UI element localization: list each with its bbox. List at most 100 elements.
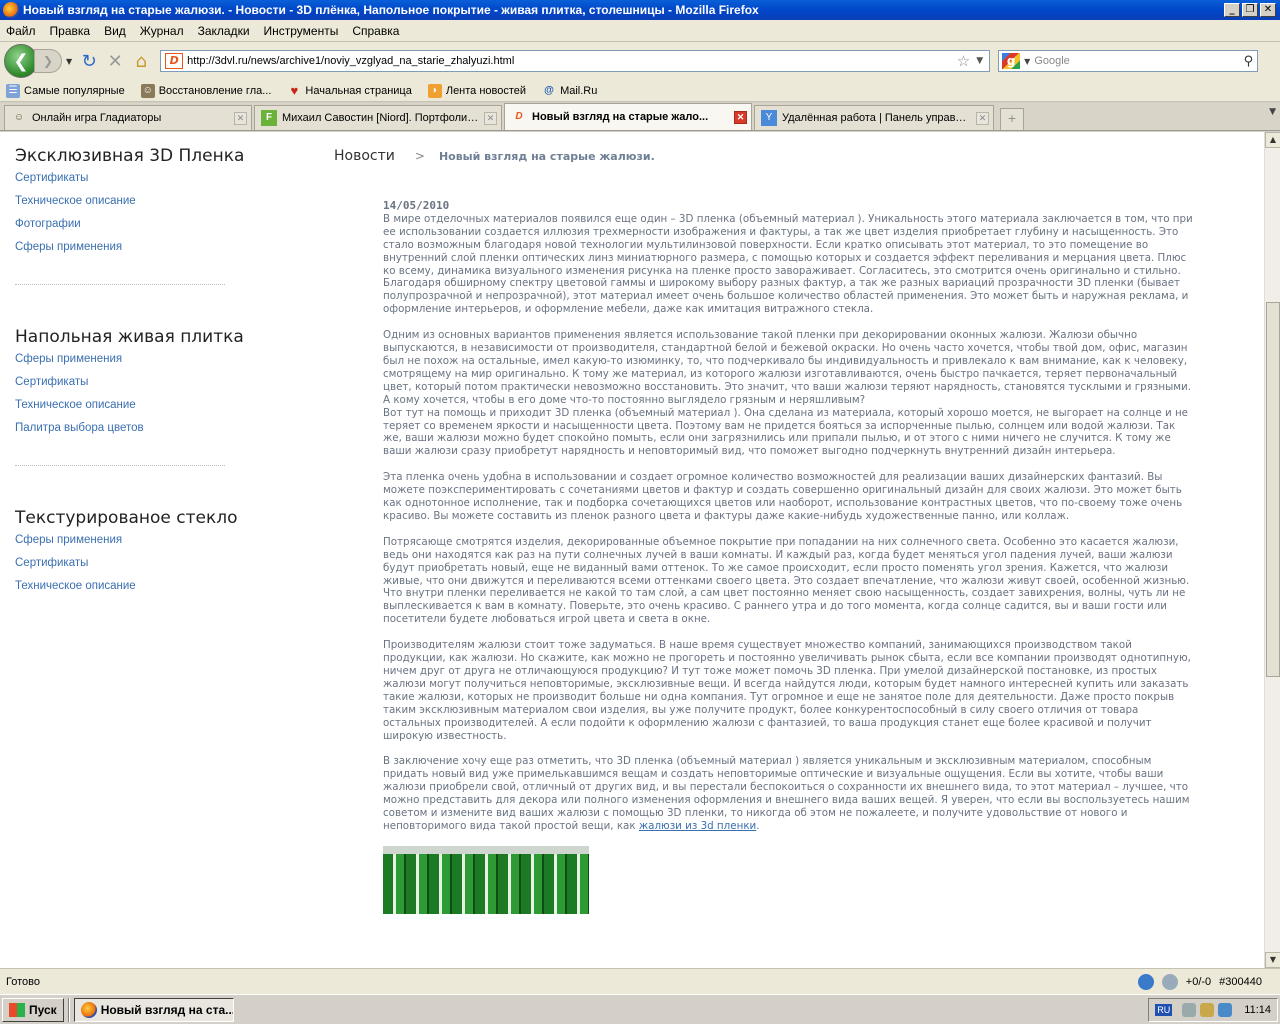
sidebar-link-certificates[interactable]: Сертификаты <box>15 172 255 184</box>
volume-icon[interactable] <box>1200 1002 1215 1017</box>
breadcrumb-separator: > <box>414 149 425 163</box>
taskbar-divider <box>67 997 70 1022</box>
close-button[interactable]: ✕ <box>1260 3 1276 17</box>
sidebar-heading-3d-film: Эксклюзивная 3D Пленка <box>15 146 245 166</box>
system-tray: RU 11:14 <box>1148 997 1278 1022</box>
url-text[interactable]: http://3dvl.ru/news/archive1/noviy_vzgly… <box>187 55 957 67</box>
tab-close-icon[interactable]: ✕ <box>976 111 989 125</box>
search-bar[interactable]: g ▼ Google ⚲ <box>998 50 1259 72</box>
history-dropdown-icon[interactable]: ▼ <box>66 57 72 66</box>
url-dropdown-icon[interactable]: ▼ <box>976 56 983 66</box>
vertical-scrollbar[interactable]: ▲ ▼ <box>1264 132 1280 968</box>
sidebar-link-tech-description[interactable]: Техническое описание <box>15 580 255 592</box>
article-paragraph: Производителям жалюзи стоит тоже задумат… <box>383 639 1191 742</box>
network-icon[interactable] <box>1182 1002 1197 1017</box>
page-content: Эксклюзивная 3D Пленка Сертификаты Техни… <box>0 132 1264 968</box>
back-arrow-icon: ❮ <box>13 50 29 72</box>
sidebar-link-tech-description[interactable]: Техническое описание <box>15 195 255 207</box>
tab-list-dropdown-icon[interactable]: ▼ <box>1269 107 1276 117</box>
maximize-button[interactable]: ❐ <box>1242 3 1258 17</box>
scroll-up-icon[interactable]: ▲ <box>1265 132 1280 148</box>
tab-current-article[interactable]: D Новый взгляд на старые жало... ✕ <box>504 103 752 130</box>
article-final-text: В заключение хочу еще раз отметить, что … <box>383 755 1190 832</box>
back-button[interactable]: ❮ <box>4 44 38 78</box>
sidebar-link-applications[interactable]: Сферы применения <box>15 353 255 365</box>
stop-icon[interactable]: ✕ <box>102 48 128 74</box>
sidebar-link-applications[interactable]: Сферы применения <box>15 241 255 253</box>
minimize-button[interactable]: _ <box>1224 3 1240 17</box>
menu-view[interactable]: Вид <box>104 24 126 38</box>
scroll-down-icon[interactable]: ▼ <box>1265 952 1280 968</box>
bookmark-label: Лента новостей <box>445 84 527 97</box>
breadcrumb-news-link[interactable]: Новости <box>334 148 395 164</box>
blinds-3d-film-link[interactable]: жалюзи из 3d пленки <box>639 820 756 832</box>
home-icon[interactable]: ⌂ <box>128 48 154 74</box>
breadcrumb-current: Новый взгляд на старые жалюзи. <box>438 149 655 163</box>
windows-logo-icon <box>9 1002 25 1017</box>
bookmark-label: Начальная страница <box>305 84 412 97</box>
bookmarks-bar: ☰ Самые популярные ☺ Восстановление гла.… <box>0 80 1280 102</box>
gladiator-icon: ☺ <box>13 112 25 123</box>
tab-label: Онлайн игра Гладиаторы <box>32 112 162 124</box>
search-input[interactable]: Google <box>1034 55 1243 67</box>
firefox-icon <box>80 1001 97 1018</box>
menu-tools[interactable]: Инструменты <box>264 24 339 38</box>
sidebar-link-color-palette[interactable]: Палитра выбора цветов <box>15 422 255 434</box>
menu-file[interactable]: Файл <box>6 24 36 38</box>
antivirus-icon[interactable] <box>1218 1002 1233 1017</box>
breadcrumb: Новости > Новый взгляд на старые жалюзи. <box>334 148 655 164</box>
tab-portfolio[interactable]: F Михаил Савостин [Niord]. Портфолио... … <box>254 105 502 130</box>
bookmark-mailru[interactable]: @ Mail.Ru <box>542 84 597 98</box>
menu-help[interactable]: Справка <box>352 24 399 38</box>
new-tab-button[interactable]: + <box>1000 108 1024 130</box>
article-paragraph: Одним из основных вариантов применения я… <box>383 329 1191 458</box>
taskbar-firefox-window[interactable]: Новый взгляд на ста... <box>73 997 234 1022</box>
bookmark-label: Самые популярные <box>24 84 125 97</box>
url-bar[interactable]: D http://3dvl.ru/news/archive1/noviy_vzg… <box>160 50 991 72</box>
taskbar: Пуск Новый взгляд на ста... RU 11:14 <box>0 994 1280 1024</box>
status-id: #300440 <box>1219 975 1262 988</box>
bookmark-popular[interactable]: ☰ Самые популярные <box>6 83 125 98</box>
sidebar-link-certificates[interactable]: Сертификаты <box>15 376 255 388</box>
menu-bookmarks[interactable]: Закладки <box>198 24 250 38</box>
scroll-thumb[interactable] <box>1266 302 1280 677</box>
title-bar: Новый взгляд на старые жалюзи. - Новости… <box>0 0 1280 20</box>
f-logo-icon: F <box>261 110 277 126</box>
menu-edit[interactable]: Правка <box>50 24 91 38</box>
article-paragraph: Потрясающе смотрятся изделия, декорирова… <box>383 535 1190 626</box>
tab-label: Новый взгляд на старые жало... <box>532 111 709 123</box>
bookmark-label: Восстановление гла... <box>158 84 272 97</box>
addon-icon[interactable] <box>1137 973 1154 990</box>
tab-gladiators[interactable]: ☺ Онлайн игра Гладиаторы ✕ <box>4 105 252 130</box>
bookmark-label: Mail.Ru <box>560 84 598 97</box>
tab-close-icon[interactable]: ✕ <box>484 111 497 125</box>
tab-close-icon[interactable]: ✕ <box>734 110 747 124</box>
sidebar-heading-textured-glass: Текстурированое стекло <box>15 508 238 528</box>
sidebar-divider <box>15 465 225 466</box>
bookmark-news-feed[interactable]: ◗ Лента новостей <box>427 83 527 98</box>
tab-close-icon[interactable]: ✕ <box>234 111 247 125</box>
forward-button[interactable]: ❯ <box>34 49 62 73</box>
rss-icon: ◗ <box>427 83 442 98</box>
search-engine-dropdown-icon[interactable]: ▼ <box>1024 57 1030 66</box>
search-icon[interactable]: ⚲ <box>1244 54 1254 69</box>
bookmark-start-page[interactable]: ♥ Начальная страница <box>287 83 412 98</box>
bookmark-restore[interactable]: ☺ Восстановление гла... <box>140 83 272 98</box>
google-icon[interactable]: g <box>1002 53 1021 69</box>
bookmark-star-icon[interactable]: ☆ <box>957 52 970 70</box>
start-button[interactable]: Пуск <box>2 997 64 1022</box>
reload-icon[interactable]: ↻ <box>76 48 102 74</box>
tab-remote-work[interactable]: Y Удалённая работа | Панель управле... ✕ <box>754 105 994 130</box>
site-favicon-icon: D <box>515 111 523 122</box>
sidebar-link-photos[interactable]: Фотографии <box>15 218 255 230</box>
article-paragraph: Эта пленка очень удобна в использовании … <box>383 471 1183 522</box>
plus-icon: + <box>1007 112 1017 125</box>
language-indicator[interactable]: RU <box>1155 1003 1173 1016</box>
start-label: Пуск <box>29 1002 57 1017</box>
remote-work-icon: Y <box>761 110 777 126</box>
globe-icon[interactable] <box>1161 973 1178 990</box>
sidebar-link-tech-description[interactable]: Техническое описание <box>15 399 255 411</box>
sidebar-link-certificates[interactable]: Сертификаты <box>15 557 255 569</box>
menu-history[interactable]: Журнал <box>140 24 184 38</box>
sidebar-link-applications[interactable]: Сферы применения <box>15 534 255 546</box>
